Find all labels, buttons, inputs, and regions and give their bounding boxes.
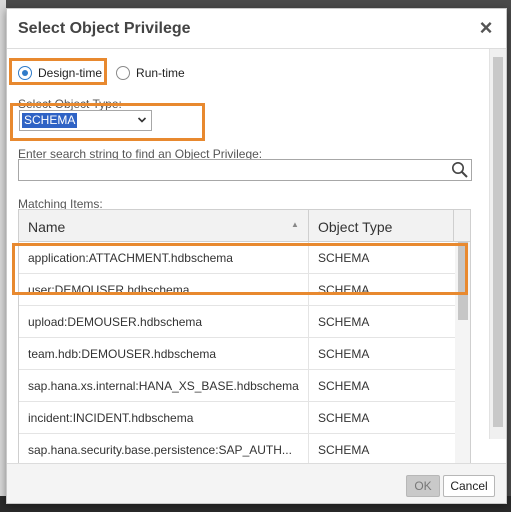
cell-name: team.hdb:DEMOUSER.hdbschema	[19, 338, 309, 370]
cell-name: sap.hana.security.base.persistence:SAP_A…	[19, 434, 309, 463]
table-header: Name ▲ Object Type	[19, 210, 470, 242]
close-icon[interactable]: ×	[476, 17, 496, 39]
dialog-title: Select Object Privilege	[18, 20, 191, 37]
cell-name: incident:INCIDENT.hdbschema	[19, 402, 309, 434]
cell-object-type: SCHEMA	[318, 315, 370, 329]
dialog-content: Design-time Run-time Select Object Type:…	[7, 49, 489, 463]
cell-name: upload:DEMOUSER.hdbschema	[19, 306, 309, 338]
select-object-privilege-dialog: Select Object Privilege × Design-time Ru…	[6, 8, 507, 504]
cell-object-type: SCHEMA	[318, 379, 370, 393]
table-row[interactable]: upload:DEMOUSER.hdbschema SCHEMA	[19, 306, 455, 338]
radio-run-time[interactable]: Run-time	[116, 66, 185, 80]
radio-unchecked-icon	[116, 66, 131, 80]
dialog-footer: OK Cancel	[7, 463, 506, 503]
search-icon[interactable]	[451, 161, 469, 179]
table-row[interactable]: sap.hana.security.base.persistence:SAP_A…	[19, 434, 455, 463]
ok-button[interactable]: OK	[406, 475, 440, 497]
radio-label: Run-time	[136, 66, 185, 80]
sort-ascending-icon[interactable]: ▲	[291, 220, 299, 229]
cell-name: sap.hana.xs.internal:HANA_XS_BASE.hdbsch…	[19, 370, 309, 402]
cancel-button[interactable]: Cancel	[443, 475, 495, 497]
cell-object-type: SCHEMA	[318, 443, 370, 457]
column-header-object-type[interactable]: Object Type	[309, 210, 454, 242]
highlight-box-mode	[9, 58, 107, 85]
column-header-name[interactable]: Name	[19, 210, 309, 242]
highlight-box-first-row	[12, 243, 468, 295]
dialog-titlebar: Select Object Privilege ×	[7, 9, 506, 49]
dialog-scrollbar-thumb[interactable]	[493, 57, 503, 427]
dialog-scrollbar[interactable]	[489, 49, 506, 439]
cell-object-type: SCHEMA	[318, 411, 370, 425]
table-row[interactable]: sap.hana.xs.internal:HANA_XS_BASE.hdbsch…	[19, 370, 455, 402]
highlight-box-object-type	[10, 103, 205, 141]
search-input[interactable]	[18, 159, 472, 181]
cell-object-type: SCHEMA	[318, 347, 370, 361]
table-row[interactable]: team.hdb:DEMOUSER.hdbschema SCHEMA	[19, 338, 455, 370]
table-row[interactable]: incident:INCIDENT.hdbschema SCHEMA	[19, 402, 455, 434]
